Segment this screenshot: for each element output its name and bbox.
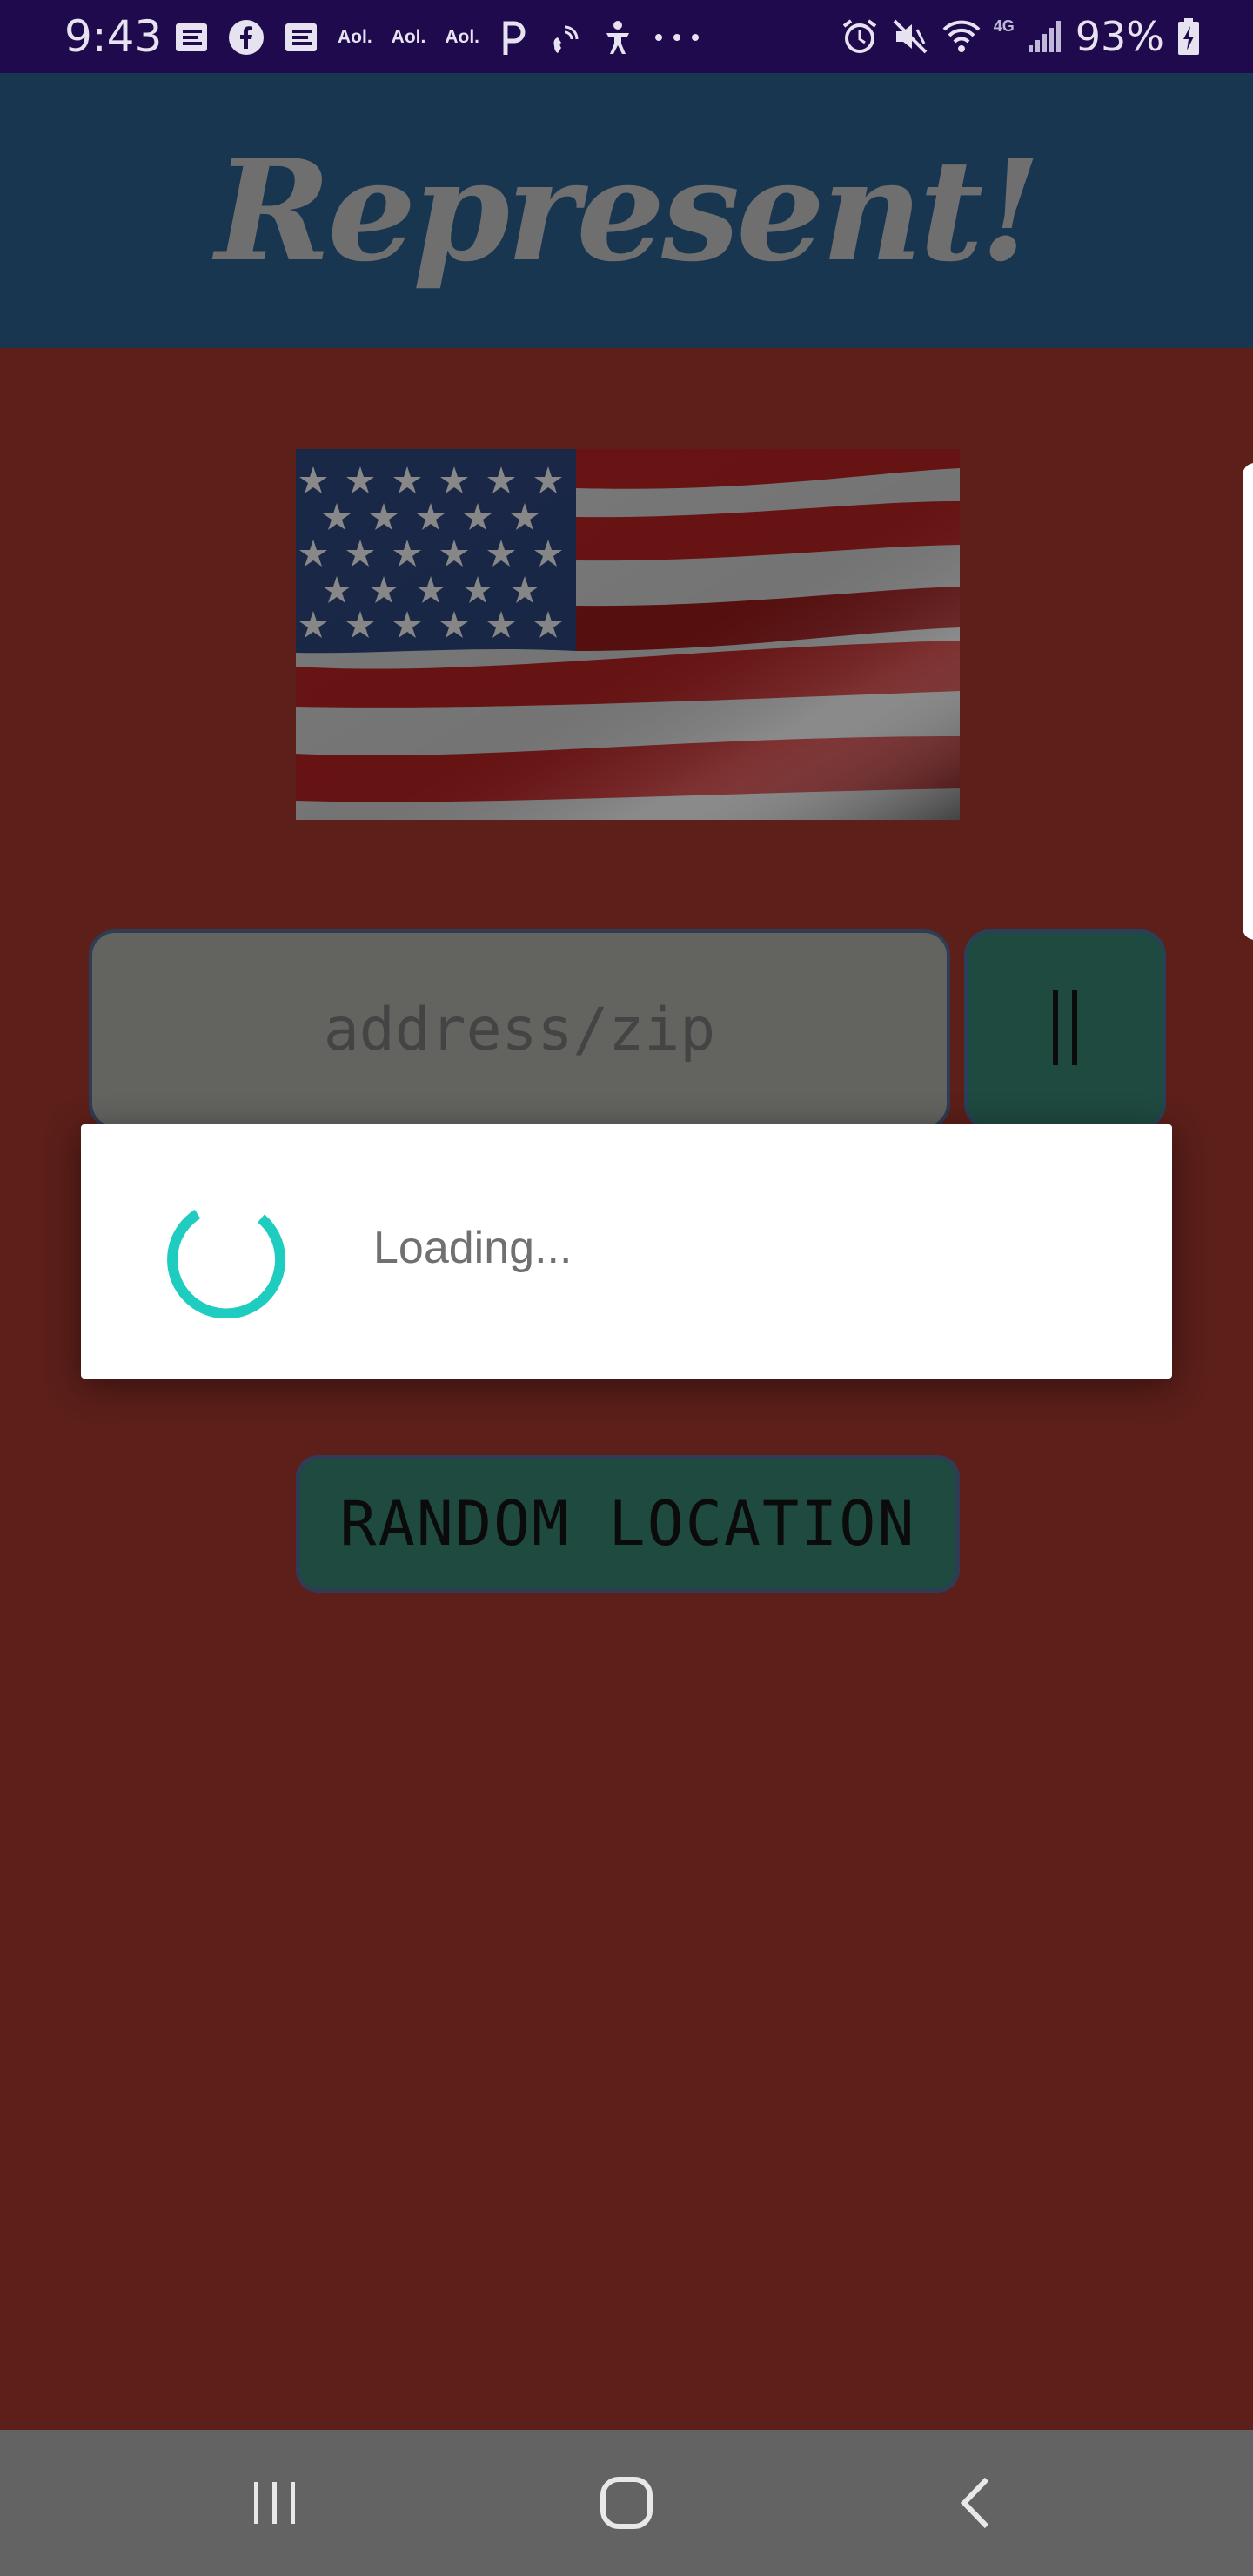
app-title: Represent! [215,129,1041,292]
facebook-icon [228,17,265,57]
back-icon [960,2477,989,2529]
random-location-button[interactable]: RANDOM LOCATION [296,1455,960,1593]
american-flag-image [296,449,960,820]
aol-icon: Aol. [445,27,480,47]
navigation-bar [0,2430,1253,2576]
alarm-icon [841,17,879,57]
home-icon [600,2477,653,2529]
mute-icon [891,17,929,57]
edge-panel-handle[interactable] [1243,463,1253,940]
pause-bars-icon [1048,989,1082,1070]
lte-icon: 4G [993,17,1015,35]
accessibility-icon [601,17,634,57]
loading-spinner-icon [167,1209,286,1318]
search-go-button[interactable] [964,929,1166,1130]
notification-e-icon [174,17,209,57]
status-time: 9:43 [64,11,163,62]
more-dots-icon [653,17,700,57]
signal-icon [1027,17,1063,57]
p-icon [499,17,528,57]
wifi-call-icon [547,17,582,57]
wifi-icon [941,17,982,57]
aol-icon: Aol. [391,27,426,47]
home-button[interactable] [539,2430,714,2576]
battery-charging-icon [1176,17,1201,57]
aol-icon: Aol. [338,27,372,47]
battery-percent: 93% [1075,13,1164,60]
recent-apps-icon [254,2482,295,2524]
loading-dialog: Loading... [81,1124,1172,1379]
system-icons: 4G 93% [841,12,1201,61]
notification-icons: Aol. Aol. Aol. [174,16,700,59]
notification-e-icon [284,17,318,57]
address-zip-input[interactable] [89,929,950,1130]
back-button[interactable] [888,2430,1062,2576]
recent-apps-button[interactable] [188,2430,362,2576]
status-bar: 9:43 Aol. Aol. Aol. 4G 93% [0,0,1253,73]
loading-message: Loading... [373,1223,573,1273]
